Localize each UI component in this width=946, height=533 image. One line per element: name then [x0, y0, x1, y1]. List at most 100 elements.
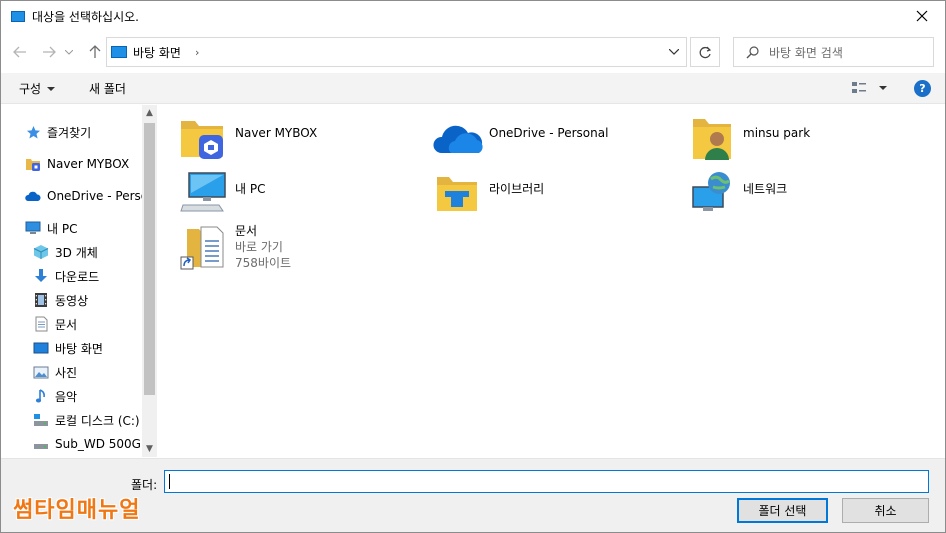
new-folder-label: 새 폴더	[89, 82, 126, 96]
mybox-icon	[25, 156, 41, 172]
disk-icon	[33, 436, 49, 452]
sidebar-item-local-disk-c[interactable]: 로컬 디스크 (C:)	[33, 409, 140, 431]
title-bar: 대상을 선택하십시오.	[1, 1, 945, 31]
sidebar-item-videos[interactable]: 동영상	[33, 289, 88, 311]
list-item[interactable]: Naver MYBOX	[179, 113, 419, 165]
onedrive-icon	[25, 188, 41, 204]
navigation-pane: 즐겨찾기 Naver MYBOX OneDrive - Personal 내 P…	[1, 105, 157, 457]
text-cursor	[169, 474, 170, 489]
file-list: Naver MYBOX OneDrive - Personal minsu pa…	[159, 105, 945, 457]
recent-dropdown[interactable]	[63, 42, 75, 62]
item-name: Naver MYBOX	[235, 126, 318, 140]
arrow-up-icon	[89, 45, 101, 58]
sidebar-item-3d-objects[interactable]: 3D 개체	[33, 241, 98, 263]
shortcut-document-icon	[179, 223, 235, 275]
scroll-up-arrow-icon[interactable]: ▲	[145, 109, 154, 118]
dialog-footer: 폴더: 폴더 선택 취소 썸타임매뉴얼	[1, 458, 945, 532]
command-bar: 구성 새 폴더 ?	[1, 73, 945, 104]
item-name: minsu park	[743, 126, 811, 140]
sidebar-item-this-pc[interactable]: 내 PC	[25, 217, 77, 239]
sidebar-item-documents[interactable]: 문서	[33, 313, 77, 335]
document-icon	[33, 316, 49, 332]
sidebar-item-label: 음악	[55, 389, 78, 404]
sidebar-item-favorites[interactable]: 즐겨찾기	[25, 121, 91, 143]
scroll-down-arrow-icon[interactable]: ▼	[145, 445, 154, 454]
list-item[interactable]: 라이브러리	[433, 169, 673, 221]
sidebar-item-label: 로컬 디스크 (C:)	[55, 413, 140, 428]
sidebar-item-desktop[interactable]: 바탕 화면	[33, 337, 103, 359]
forward-button[interactable]	[39, 42, 59, 62]
item-name: OneDrive - Personal	[489, 126, 609, 140]
search-box[interactable]: 바탕 화면 검색	[733, 37, 934, 67]
item-type: 바로 가기	[235, 240, 283, 254]
folder-name-input[interactable]	[164, 470, 929, 493]
sidebar-item-label: Naver MYBOX	[47, 157, 130, 171]
address-history-dropdown[interactable]	[666, 44, 682, 60]
organize-menu[interactable]: 구성	[19, 80, 56, 97]
download-icon	[33, 268, 49, 284]
network-icon	[687, 169, 743, 221]
breadcrumb-desktop[interactable]: 바탕 화면	[133, 44, 181, 61]
window-app-icon	[11, 10, 25, 22]
library-icon	[433, 169, 489, 221]
view-options-button[interactable]	[851, 81, 887, 95]
sidebar-item-label: 바탕 화면	[55, 341, 103, 356]
sidebar-item-label: Sub_WD 500GB	[55, 437, 150, 451]
folder-label: 폴더:	[131, 478, 158, 492]
sidebar-item-label: 3D 개체	[55, 245, 98, 260]
list-item[interactable]: OneDrive - Personal	[433, 113, 673, 165]
picture-icon	[33, 364, 49, 380]
details-view-icon	[852, 82, 866, 93]
sidebar-item-label: 동영상	[55, 293, 89, 308]
sidebar-item-label: 사진	[55, 365, 78, 380]
arrow-right-icon	[43, 46, 56, 58]
refresh-button[interactable]	[690, 37, 720, 67]
folder-picker-dialog: 대상을 선택하십시오. 바탕 화면 › 바탕 화면 검색 구성 새 폴더 ? 즐…	[0, 0, 946, 533]
organize-label: 구성	[19, 82, 42, 96]
sidebar-item-downloads[interactable]: 다운로드	[33, 265, 99, 287]
sidebar-item-label: OneDrive - Personal	[47, 189, 157, 203]
new-folder-button[interactable]: 새 폴더	[89, 80, 126, 97]
desktop-icon	[33, 340, 49, 356]
select-folder-button[interactable]: 폴더 선택	[737, 498, 828, 523]
item-name: 네트워크	[743, 182, 788, 196]
window-title: 대상을 선택하십시오.	[32, 9, 139, 24]
close-icon	[916, 10, 928, 22]
list-item[interactable]: 문서 바로 가기 758바이트	[179, 223, 419, 275]
search-icon	[746, 45, 759, 58]
back-button[interactable]	[10, 42, 30, 62]
list-item[interactable]: 네트워크	[687, 169, 927, 221]
desktop-icon	[111, 46, 127, 58]
music-icon	[33, 388, 49, 404]
item-name: 문서	[235, 224, 258, 238]
navigation-bar: 바탕 화면 › 바탕 화면 검색	[1, 35, 945, 69]
pc-icon	[179, 169, 235, 221]
help-button[interactable]: ?	[914, 80, 931, 97]
refresh-icon	[699, 46, 711, 58]
sidebar-item-mybox[interactable]: Naver MYBOX	[25, 153, 129, 175]
sidebar-item-onedrive[interactable]: OneDrive - Personal	[25, 185, 157, 207]
sidebar-scrollbar[interactable]: ▲ ▼	[142, 105, 157, 457]
close-button[interactable]	[899, 1, 945, 31]
breadcrumb-chevron-icon[interactable]: ›	[195, 46, 199, 59]
user-folder-icon	[687, 113, 743, 165]
sidebar-item-music[interactable]: 음악	[33, 385, 77, 407]
item-size: 758바이트	[235, 256, 292, 270]
sidebar-item-label: 내 PC	[47, 221, 78, 236]
disk-icon	[33, 412, 49, 428]
scrollbar-thumb[interactable]	[144, 123, 155, 395]
sidebar-item-pictures[interactable]: 사진	[33, 361, 77, 383]
chevron-down-icon	[65, 49, 73, 55]
sidebar-item-sub-wd[interactable]: Sub_WD 500GB	[33, 433, 149, 455]
sidebar-item-label: 다운로드	[55, 269, 100, 284]
list-item[interactable]: 내 PC	[179, 169, 419, 221]
cancel-button[interactable]: 취소	[842, 498, 929, 523]
up-button[interactable]	[85, 42, 105, 62]
watermark-logo: 썸타임매뉴얼	[13, 498, 141, 523]
sidebar-item-label: 즐겨찾기	[47, 125, 92, 140]
address-bar[interactable]: 바탕 화면 ›	[106, 37, 687, 67]
mybox-folder-icon	[179, 113, 235, 165]
search-placeholder: 바탕 화면 검색	[769, 45, 843, 60]
chevron-down-icon	[669, 49, 679, 55]
list-item[interactable]: minsu park	[687, 113, 927, 165]
